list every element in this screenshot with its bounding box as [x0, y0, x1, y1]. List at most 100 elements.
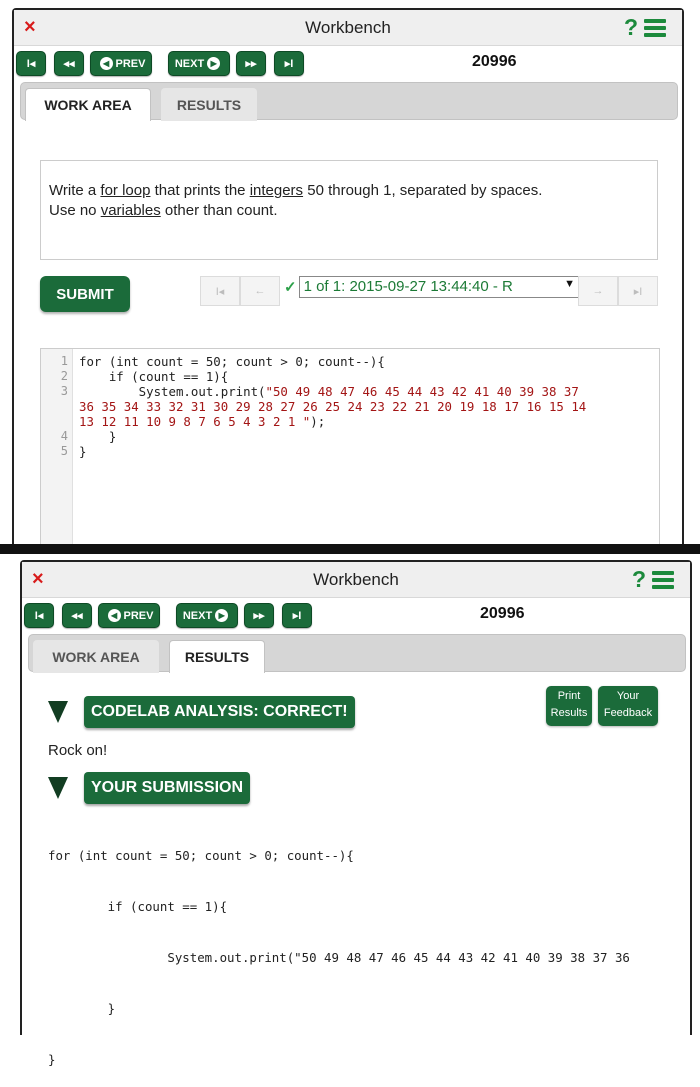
tab-bar: WORK AREA RESULTS: [20, 82, 678, 121]
submission-last-button[interactable]: ▸I: [618, 276, 658, 306]
line-number: 5: [60, 444, 68, 458]
next-label: NEXT: [174, 57, 205, 70]
code-editor[interactable]: 1 2 3 4 5 for (int count = 50; count > 0…: [40, 348, 660, 546]
next-button[interactable]: NEXT ▶: [176, 603, 238, 628]
fast-forward-icon: ▸▸: [253, 610, 265, 622]
line-number: 3: [60, 384, 68, 398]
analysis-section-header[interactable]: CODELAB ANALYSIS: CORRECT!: [48, 696, 355, 728]
tab-work-area[interactable]: WORK AREA: [33, 640, 159, 673]
line-number: [41, 399, 68, 414]
next-button[interactable]: NEXT ▶: [168, 51, 230, 76]
window-title: Workbench: [305, 18, 391, 37]
menu-icon[interactable]: [644, 19, 666, 37]
back-fast-button[interactable]: ◂◂: [54, 51, 84, 76]
last-problem-button[interactable]: ▸I: [274, 51, 304, 76]
tab-work-area[interactable]: WORK AREA: [25, 88, 151, 121]
code-line: }: [48, 1052, 56, 1067]
first-problem-button[interactable]: I◂: [16, 51, 46, 76]
submission-next-button[interactable]: →: [578, 276, 618, 306]
prev-arrow-icon: ◀: [99, 57, 113, 70]
submission-section-header[interactable]: YOUR SUBMISSION: [48, 772, 251, 804]
prev-button[interactable]: ◀ PREV: [98, 603, 160, 628]
collapse-triangle-icon[interactable]: [48, 701, 68, 723]
help-icon[interactable]: ?: [624, 14, 638, 41]
first-icon: I◂: [26, 58, 36, 70]
print-results-button[interactable]: Print Results: [546, 686, 592, 726]
line-number: 1: [60, 354, 68, 368]
submission-select[interactable]: ✓ 1 of 1: 2015-09-27 13:44:40 - R ▼: [284, 276, 582, 298]
workbench-window-work-area: × Workbench ? I◂ ◂◂ ◀ PREV NEXT ▶ ▸▸ ▸I 20…: [12, 8, 684, 546]
submission-first-button[interactable]: I◂: [200, 276, 240, 306]
code-line: System.out.print("50 49 48 47 46 45 44 4…: [48, 950, 630, 965]
string-literal: 13 12 11 10 9 8 7 6 5 4 3 2 1 ": [79, 414, 311, 429]
prev-button[interactable]: ◀ PREV: [90, 51, 152, 76]
left-arrow-icon: ←: [254, 285, 266, 297]
first-icon: I◂: [34, 610, 44, 622]
dropdown-arrow-icon: ▼: [564, 278, 575, 290]
analysis-banner: CODELAB ANALYSIS: CORRECT!: [84, 696, 355, 728]
problem-number: 20996: [480, 605, 525, 622]
problem-nav: I◂ ◂◂ ◀ PREV NEXT ▶ ▸▸ ▸I 20996: [14, 46, 682, 80]
collapse-triangle-icon[interactable]: [48, 777, 68, 799]
workbench-window-results: × Workbench ? I◂ ◂◂ ◀ PREV NEXT ▶ ▸▸ ▸I 20…: [20, 560, 692, 1067]
next-label: NEXT: [182, 609, 213, 622]
code-line-wrap: 36 35 34 33 32 31 30 29 28 27 26 25 24 2…: [79, 399, 587, 414]
problem-line-1: Write a for loop that prints the integer…: [49, 181, 649, 201]
menu-icon[interactable]: [652, 571, 674, 589]
problem-line-2: Use no variables other than count.: [49, 201, 649, 221]
next-arrow-icon: ▶: [215, 609, 229, 622]
last-icon: ▸I: [633, 285, 643, 298]
last-icon: ▸I: [292, 610, 302, 622]
question-text: 50 through 1, separated by spaces.: [303, 182, 543, 199]
tab-results[interactable]: RESULTS: [169, 640, 265, 673]
last-problem-button[interactable]: ▸I: [282, 603, 312, 628]
for-loop-link[interactable]: for loop: [100, 182, 150, 199]
button-label: Results: [550, 707, 588, 719]
button-label: Print: [557, 690, 581, 702]
code-line: }: [48, 1001, 116, 1016]
question-text: that prints the: [150, 182, 250, 199]
integers-link[interactable]: integers: [250, 182, 303, 199]
string-literal: "50 49 48 47 46 45 44 43 42 41 40 39 38 …: [265, 384, 579, 399]
tab-bar: WORK AREA RESULTS: [28, 634, 686, 673]
prev-label: PREV: [123, 609, 154, 622]
fast-forward-icon: ▸▸: [245, 58, 257, 70]
screenshot-divider: [0, 544, 700, 554]
code-line: }: [79, 429, 117, 444]
problem-nav: I◂ ◂◂ ◀ PREV NEXT ▶ ▸▸ ▸I 20996: [22, 598, 690, 632]
code-text[interactable]: for (int count = 50; count > 0; count--)…: [73, 349, 659, 546]
title-bar: × Workbench ?: [22, 562, 690, 598]
first-icon: I◂: [215, 285, 225, 298]
window-title: Workbench: [313, 570, 399, 589]
code-line: }: [79, 444, 87, 459]
submission-selected-value: 1 of 1: 2015-09-27 13:44:40 - R: [303, 278, 513, 295]
variables-link[interactable]: variables: [101, 202, 161, 219]
submission-dropdown[interactable]: 1 of 1: 2015-09-27 13:44:40 - R ▼: [298, 276, 582, 298]
first-problem-button[interactable]: I◂: [24, 603, 54, 628]
code-token: );: [310, 414, 326, 429]
problem-number: 20996: [472, 53, 517, 70]
forward-fast-button[interactable]: ▸▸: [244, 603, 274, 628]
question-text: Use no: [49, 202, 101, 219]
submitted-code: for (int count = 50; count > 0; count--)…: [48, 813, 688, 1087]
submit-button[interactable]: SUBMIT: [40, 276, 130, 312]
rewind-icon: ◂◂: [63, 58, 75, 70]
line-number: [41, 414, 68, 429]
right-arrow-icon: →: [592, 285, 604, 297]
your-feedback-button[interactable]: Your Feedback: [598, 686, 658, 726]
forward-fast-button[interactable]: ▸▸: [236, 51, 266, 76]
code-token: System.out.print(: [79, 384, 266, 399]
button-label: Your: [616, 690, 640, 702]
code-line: for (int count = 50; count > 0; count--)…: [79, 354, 385, 369]
code-line: for (int count = 50; count > 0; count--)…: [48, 848, 354, 863]
submission-prev-button[interactable]: ←: [240, 276, 280, 306]
check-icon: ✓: [284, 279, 297, 296]
question-text: Write a: [49, 182, 101, 199]
button-label: Feedback: [603, 707, 653, 719]
back-fast-button[interactable]: ◂◂: [62, 603, 92, 628]
tab-results[interactable]: RESULTS: [161, 88, 257, 121]
next-arrow-icon: ▶: [207, 57, 221, 70]
submission-banner: YOUR SUBMISSION: [84, 772, 251, 804]
line-number-gutter: 1 2 3 4 5: [41, 349, 73, 546]
help-icon[interactable]: ?: [632, 566, 646, 593]
